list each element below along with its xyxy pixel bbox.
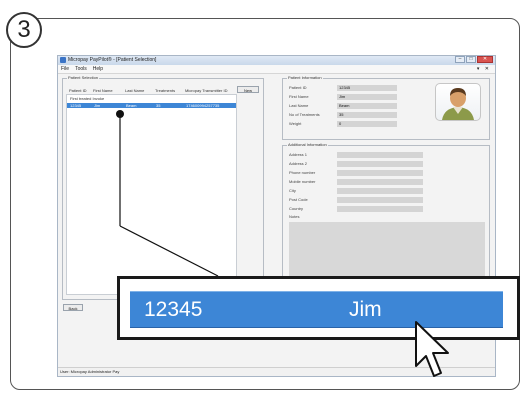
callout-dot — [116, 110, 124, 118]
zoomed-first-name: Jim — [349, 298, 382, 321]
zoom-callout: 12345 Jim — [117, 276, 520, 340]
zoomed-patient-id: 12345 — [144, 298, 203, 321]
pointer-cursor-icon — [415, 321, 449, 377]
